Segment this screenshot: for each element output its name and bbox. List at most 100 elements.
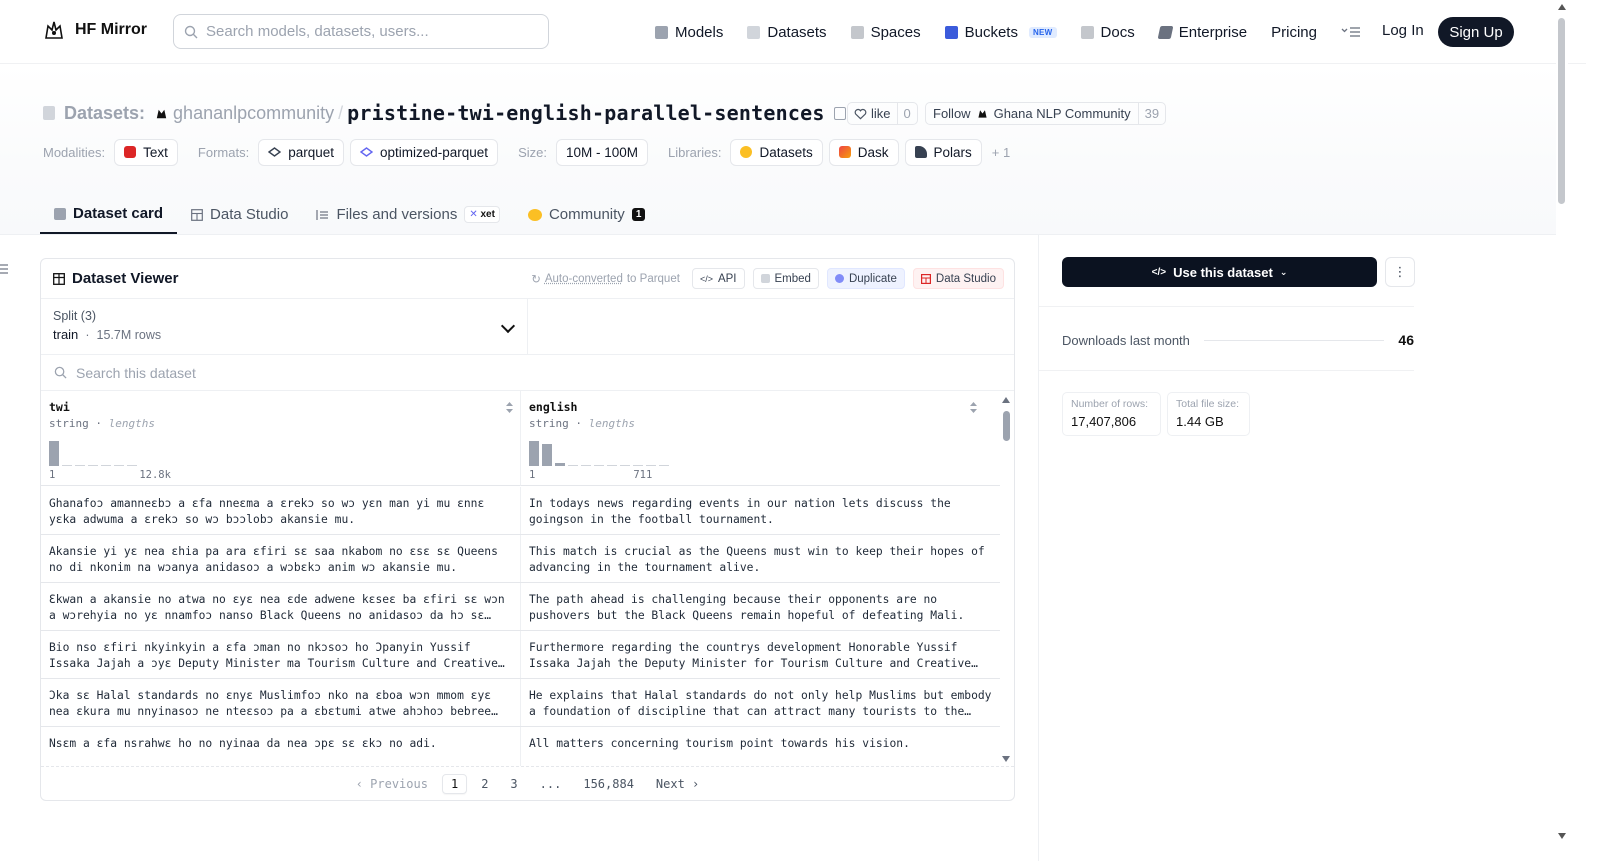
histogram-bar[interactable] xyxy=(607,465,617,466)
histogram-bar[interactable] xyxy=(62,465,72,466)
page-button[interactable]: 156,884 xyxy=(575,775,642,793)
scroll-up-icon[interactable] xyxy=(1558,4,1566,10)
table-row[interactable]: Ghanafoɔ amanneɛbɔ a ɛfa nneɛma a ɛrekɔ … xyxy=(41,487,1000,535)
api-button[interactable]: </> API xyxy=(691,268,745,289)
size-chip[interactable]: 10M - 100M xyxy=(555,138,648,166)
sort-icon[interactable] xyxy=(505,401,514,414)
tab-community[interactable]: Community 1 xyxy=(514,195,659,234)
histogram-bar[interactable] xyxy=(633,465,643,466)
nav-enterprise[interactable]: Enterprise xyxy=(1157,24,1247,41)
page-button[interactable]: 1 xyxy=(441,773,468,794)
dataset-search-input[interactable]: Search this dataset xyxy=(41,355,1014,391)
histogram-bar[interactable] xyxy=(88,465,98,466)
table-row[interactable]: Nsɛm a ɛfa nsrahwɛ ho no nyinaa da nea ɔ… xyxy=(41,727,1000,766)
cell-english[interactable]: Furthermore regarding the countrys devel… xyxy=(521,631,1000,678)
histogram-bar[interactable] xyxy=(114,465,124,466)
modality-text-chip[interactable]: Text xyxy=(114,138,178,166)
follow-button[interactable]: Follow Ghana NLP Community 39 xyxy=(925,102,1167,125)
length-histogram[interactable] xyxy=(529,440,729,466)
more-libraries-link[interactable]: + 1 xyxy=(992,145,1010,160)
length-histogram[interactable] xyxy=(49,440,249,466)
cell-twi[interactable]: Ɔka sɛ Halal standards no ɛnyɛ Muslimfoɔ… xyxy=(41,679,521,726)
cell-text: Nsɛm a ɛfa nsrahwɛ ho no nyinaa da nea ɔ… xyxy=(49,737,437,750)
nav-pricing-label: Pricing xyxy=(1271,23,1317,41)
format-parquet-chip[interactable]: parquet xyxy=(258,138,344,166)
brand-link[interactable]: HF Mirror xyxy=(42,18,147,42)
sidebar-toggle-icon[interactable] xyxy=(0,263,8,275)
tab-files-and-versions[interactable]: Files and versions ✕ xet xyxy=(302,195,514,234)
histogram-bar[interactable] xyxy=(127,465,137,466)
size-label: 10M - 100M xyxy=(565,144,638,160)
nav-datasets[interactable]: Datasets xyxy=(747,24,827,41)
data-studio-button[interactable]: Data Studio xyxy=(912,268,1004,289)
duplicate-button[interactable]: Duplicate xyxy=(826,268,905,289)
sort-icon[interactable] xyxy=(969,401,978,414)
cell-english[interactable]: This match is crucial as the Queens must… xyxy=(521,535,1000,582)
cell-twi[interactable]: Akansie yi yɛ nea ɛhia pa ara ɛfiri sɛ s… xyxy=(41,535,521,582)
column-header-twi[interactable]: twi string · lengths 1 12.8k xyxy=(41,391,521,486)
histogram-bar[interactable] xyxy=(581,465,591,466)
library-polars-chip[interactable]: Polars xyxy=(904,138,982,166)
auto-converted-note[interactable]: ↻ Auto-converted to Parquet xyxy=(531,272,680,286)
table-row[interactable]: Ɛkwan a akansie no atwa no ɛyɛ nea ɛde a… xyxy=(41,583,1000,631)
histogram-bar[interactable] xyxy=(49,441,59,466)
histogram-bar[interactable] xyxy=(659,465,669,466)
histogram-bar[interactable] xyxy=(555,463,565,466)
tab-dataset-card[interactable]: Dataset card xyxy=(40,195,178,234)
use-this-dataset-button[interactable]: </> Use this dataset ⌄ xyxy=(1062,257,1377,287)
global-search-input[interactable]: Search models, datasets, users... xyxy=(173,14,549,49)
cell-twi[interactable]: Ɛkwan a akansie no atwa no ɛyɛ nea ɛde a… xyxy=(41,583,521,630)
community-icon xyxy=(527,208,542,221)
split-select[interactable]: Split (3) train · 15.7M rows xyxy=(41,299,528,355)
next-page-button[interactable]: Next › xyxy=(648,775,707,793)
scroll-down-icon[interactable] xyxy=(1558,833,1566,839)
embed-button[interactable]: Embed xyxy=(752,268,819,289)
page-button[interactable]: 3 xyxy=(502,775,525,793)
nav-models[interactable]: Models xyxy=(655,24,723,41)
table-row[interactable]: Ɔka sɛ Halal standards no ɛnyɛ Muslimfoɔ… xyxy=(41,679,1000,727)
library-dask-chip[interactable]: Dask xyxy=(828,138,899,166)
cell-twi[interactable]: Ghanafoɔ amanneɛbɔ a ɛfa nneɛma a ɛrekɔ … xyxy=(41,487,521,534)
format-optimized-parquet-chip[interactable]: optimized-parquet xyxy=(350,138,499,166)
nav-docs[interactable]: Docs xyxy=(1080,24,1135,41)
more-menu-button[interactable] xyxy=(1341,26,1361,38)
cell-english[interactable]: He explains that Halal standards do not … xyxy=(521,679,1000,726)
copy-icon[interactable] xyxy=(833,106,846,120)
cell-twi[interactable]: Nsɛm a ɛfa nsrahwɛ ho no nyinaa da nea ɔ… xyxy=(41,727,521,766)
scroll-thumb[interactable] xyxy=(1003,411,1010,441)
page-scrollbar[interactable] xyxy=(1556,0,1568,861)
cell-english[interactable]: In todays news regarding events in our n… xyxy=(521,487,1000,534)
nav-spaces[interactable]: Spaces xyxy=(850,24,921,41)
dataset-name[interactable]: pristine-twi-english-parallel-sentences xyxy=(347,101,824,125)
histogram-bar[interactable] xyxy=(101,465,111,466)
more-options-button[interactable]: ⋮ xyxy=(1385,257,1415,287)
cell-twi[interactable]: Bio nso ɛfiri nkyinkyin a ɛfa ɔman no nk… xyxy=(41,631,521,678)
table-row[interactable]: Akansie yi yɛ nea ɛhia pa ara ɛfiri sɛ s… xyxy=(41,535,1000,583)
library-datasets-chip[interactable]: Datasets xyxy=(730,138,823,166)
like-button[interactable]: like 0 xyxy=(847,102,918,125)
page-button[interactable]: 2 xyxy=(473,775,496,793)
login-link[interactable]: Log In xyxy=(1382,22,1424,39)
nav-pricing[interactable]: Pricing xyxy=(1271,24,1317,41)
histogram-bar[interactable] xyxy=(568,465,578,466)
histogram-bar[interactable] xyxy=(542,444,552,466)
histogram-bar[interactable] xyxy=(529,441,539,466)
scroll-down-icon[interactable] xyxy=(1002,756,1010,762)
table-scrollbar[interactable] xyxy=(1000,391,1012,766)
table-row[interactable]: Bio nso ɛfiri nkyinkyin a ɛfa ɔman no nk… xyxy=(41,631,1000,679)
cell-english[interactable]: The path ahead is challenging because th… xyxy=(521,583,1000,630)
histogram-bar[interactable] xyxy=(646,465,656,466)
histogram-bar[interactable] xyxy=(75,465,85,466)
org-link[interactable]: ghananlpcommunity xyxy=(154,103,334,124)
previous-page-button[interactable]: ‹ Previous xyxy=(348,775,436,793)
nav-buckets[interactable]: Buckets NEW xyxy=(944,24,1057,41)
tab-data-studio[interactable]: Data Studio xyxy=(177,195,302,234)
scroll-up-icon[interactable] xyxy=(1002,397,1010,403)
histogram-bar[interactable] xyxy=(594,465,604,466)
histogram-bar[interactable] xyxy=(620,465,630,466)
column-header-english[interactable]: english string · lengths 1 711 xyxy=(521,391,1000,486)
cell-english[interactable]: All matters concerning tourism point tow… xyxy=(521,727,1000,766)
page-scroll-thumb[interactable] xyxy=(1558,18,1565,204)
cell-text: This match is crucial as the Queens must… xyxy=(529,545,985,574)
signup-button[interactable]: Sign Up xyxy=(1438,17,1514,47)
